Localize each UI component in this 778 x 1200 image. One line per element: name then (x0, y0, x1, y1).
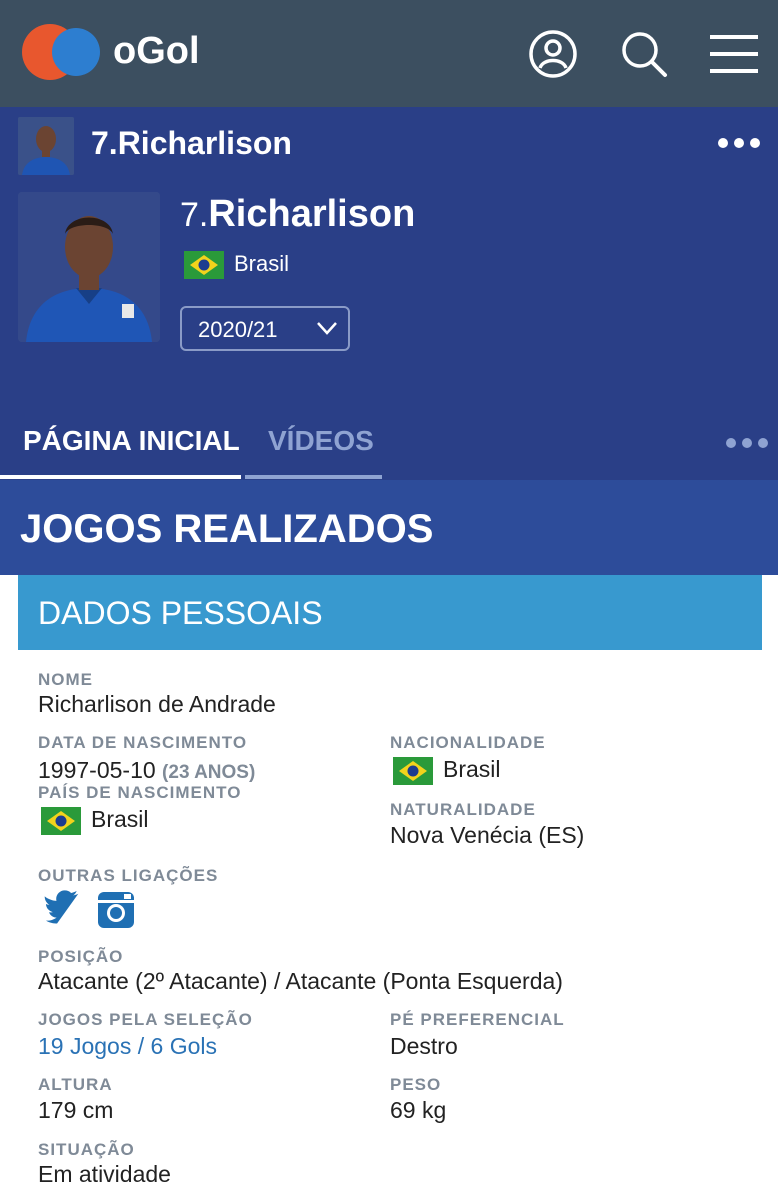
brazil-flag-icon (41, 806, 81, 835)
tab-indicator (245, 475, 382, 479)
national-games-label: JOGOS PELA SELEÇÃO (38, 1010, 253, 1029)
player-name: 7.Richarlison (180, 193, 415, 236)
player-thumbnail (18, 117, 74, 175)
brazil-flag-icon (393, 756, 433, 785)
player-mini-title: 7.Richarlison (91, 125, 292, 161)
naturalidade-label: NATURALIDADE (390, 800, 536, 819)
brand-name[interactable]: oGol (113, 30, 200, 73)
national-games-link[interactable]: 19 Jogos / 6 Gols (38, 1033, 217, 1060)
other-links-label: OUTRAS LIGAÇÕES (38, 866, 219, 885)
birth-country-value: Brasil (41, 806, 149, 835)
naturalidade-value: Nova Venécia (ES) (390, 822, 585, 848)
status-value: Em atividade (38, 1161, 171, 1187)
player-name-text: Richarlison (208, 193, 416, 235)
nome-value: Richarlison de Andrade (38, 691, 276, 717)
status-label: SITUAÇÃO (38, 1140, 135, 1159)
twitter-icon[interactable] (42, 890, 82, 930)
birthdate-text: 1997-05-10 (38, 757, 156, 783)
season-value: 2020/21 (198, 317, 278, 342)
height-value: 179 cm (38, 1097, 114, 1123)
more-options-icon[interactable] (718, 135, 768, 149)
season-dropdown[interactable]: 2020/21 (180, 306, 350, 351)
player-photo (18, 192, 160, 342)
birth-country-label: PAÍS DE NASCIMENTO (38, 783, 242, 802)
ogol-logo[interactable] (22, 24, 102, 80)
menu-icon[interactable] (708, 28, 760, 80)
position-value: Atacante (2º Atacante) / Atacante (Ponta… (38, 968, 563, 994)
birth-country-text: Brasil (91, 806, 149, 832)
birthdate-label: DATA DE NASCIMENTO (38, 733, 248, 752)
nationality-value: Brasil (393, 756, 501, 785)
birthdate-value: 1997-05-10 (23 ANOS) (38, 757, 255, 784)
preferred-foot-value: Destro (390, 1033, 458, 1059)
panel-title: DADOS PESSOAIS (38, 595, 323, 631)
panel-header: DADOS PESSOAIS (18, 575, 762, 650)
tab-bar: PÁGINA INICIAL VÍDEOS (0, 415, 778, 480)
brazil-flag-icon (184, 251, 224, 280)
app-bar: oGol (0, 0, 778, 107)
player-country-label: Brasil (234, 251, 290, 276)
weight-value: 69 kg (390, 1097, 447, 1123)
more-tabs-icon[interactable] (726, 435, 774, 453)
nationality-label: NACIONALIDADE (390, 733, 546, 752)
height-label: ALTURA (38, 1075, 113, 1094)
tab-pagina-inicial[interactable]: PÁGINA INICIAL (23, 425, 240, 457)
age-text: (23 ANOS) (162, 762, 256, 783)
section-header: JOGOS REALIZADOS (0, 480, 778, 575)
user-icon[interactable] (527, 28, 579, 80)
position-label: POSIÇÃO (38, 947, 124, 966)
player-country: Brasil (184, 251, 290, 280)
preferred-foot-label: PÉ PREFERENCIAL (390, 1010, 565, 1029)
player-number: 7. (180, 196, 209, 234)
chevron-down-icon (317, 322, 337, 335)
instagram-icon[interactable] (96, 890, 136, 930)
search-icon[interactable] (618, 28, 670, 80)
nome-label: NOME (38, 670, 93, 689)
active-tab-indicator (0, 475, 241, 479)
weight-label: PESO (390, 1075, 442, 1094)
tab-videos[interactable]: VÍDEOS (268, 425, 374, 457)
nationality-text: Brasil (443, 756, 501, 782)
section-title: JOGOS REALIZADOS (20, 507, 434, 551)
